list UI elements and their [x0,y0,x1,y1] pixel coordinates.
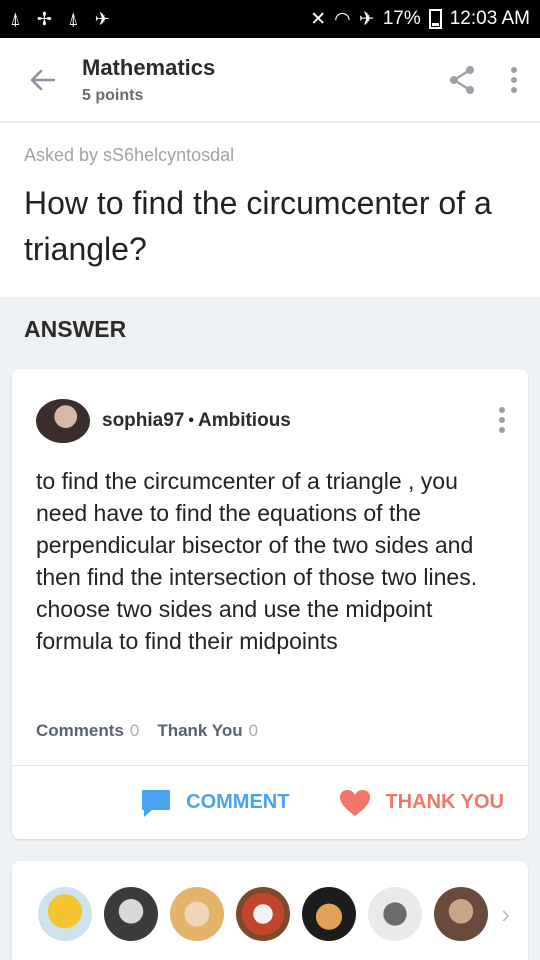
author-name[interactable]: sophia97 [102,410,184,432]
comment-button[interactable]: COMMENT [140,788,289,818]
thank-you-button-label: THANK YOU [385,791,504,813]
more-vert-icon[interactable] [510,66,518,93]
thanks-stat[interactable]: Thank You 0 [157,721,258,741]
avatar[interactable] [38,887,92,941]
chevron-right-icon[interactable]: › [501,899,510,930]
avatar[interactable] [302,887,356,941]
back-arrow-icon[interactable] [22,60,62,100]
app-bar: Mathematics 5 points [0,38,540,122]
thanks-label: Thank You [157,721,243,740]
status-bar: ⍋ ✢ ⍋ ✈ ✕ ◠ ✈ 17% 12:03 AM [0,0,540,38]
answer-text: to find the circumcenter of a triangle ,… [36,468,478,654]
system-icons: ✕ ◠ ✈ 17% 12:03 AM [310,8,530,31]
answer-heading: ANSWER [24,316,127,342]
mute-icon: ✕ [310,8,327,30]
thanks-count: 0 [248,721,259,740]
avatar[interactable] [236,887,290,941]
author-rank: Ambitious [197,410,291,431]
notification-icon: ⍋ [10,9,21,29]
answer-stats: Comments 0 Thank You 0 [36,721,258,741]
heart-icon [340,789,371,816]
battery-icon [428,9,442,29]
thankers-card: › [12,861,528,960]
share-icon[interactable] [448,65,476,95]
answer-card: sophia97 • Ambitious to find the circumc… [12,369,528,839]
comment-button-label: COMMENT [186,791,290,813]
header-titles: Mathematics 5 points [82,55,215,105]
points-label: 5 points [82,86,144,104]
avatar[interactable] [368,887,422,941]
avatar[interactable] [104,887,158,941]
question-text: How to find the circumcenter of a triang… [24,185,492,267]
notification-icon: ⍋ [67,9,79,29]
thankers-list [38,887,488,941]
subject-title: Mathematics [82,54,216,80]
comments-count: 0 [129,721,140,740]
battery-level: 17% [382,8,421,29]
notification-icon: ✈ [94,9,110,29]
answer-actions: COMMENT THANK YOU [12,766,528,839]
clock: 12:03 AM [449,8,530,29]
avatar[interactable] [36,399,90,443]
answer-more-icon[interactable] [498,407,506,438]
comment-icon [142,789,171,817]
comments-label: Comments [36,721,124,740]
avatar[interactable] [434,887,488,941]
question-section: Asked by sS6helcyntosdal How to find the… [0,123,540,297]
thank-you-button[interactable]: THANK YOU [339,789,504,817]
answer-author[interactable]: sophia97 • Ambitious [36,399,291,443]
asked-by[interactable]: Asked by sS6helcyntosdal [24,145,516,166]
wifi-icon: ◠ [334,8,351,30]
notification-icon: ✢ [36,9,52,29]
separator-dot: • [188,412,194,429]
airplane-icon: ✈ [358,8,375,30]
comments-stat[interactable]: Comments 0 [36,721,139,741]
notification-icons: ⍋ ✢ ⍋ ✈ [10,10,110,28]
avatar[interactable] [170,887,224,941]
